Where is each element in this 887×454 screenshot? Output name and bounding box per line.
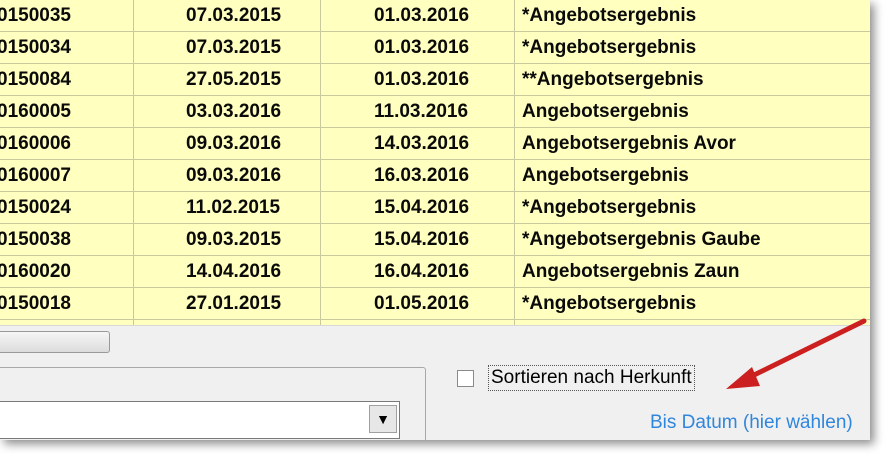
cell-date-end: 11.03.2016: [374, 101, 469, 122]
cell-date-start: 27.05.2015: [186, 69, 282, 90]
cell-id: 0150024: [0, 197, 71, 218]
horizontal-scrollbar[interactable]: [0, 325, 870, 358]
cell-description: *Angebotsergebnis: [522, 293, 697, 314]
cell-id: 0160005: [0, 101, 71, 122]
table-row[interactable]: 0150024 11.02.2015 15.04.2016 *Angebotse…: [0, 192, 870, 224]
table-row[interactable]: 0160006 09.03.2016 14.03.2016 Angebotser…: [0, 128, 870, 160]
sort-by-origin-checkbox[interactable]: [457, 370, 474, 387]
cell-date-end: 01.03.2016: [374, 5, 470, 26]
cell-id: 0150084: [0, 69, 71, 90]
cell-date-end: 01.03.2016: [374, 69, 470, 90]
cell-description: *Angebotsergebnis: [522, 5, 697, 26]
cell-date-end: 15.04.2016: [374, 229, 470, 250]
cell-date-end: 01.03.2016: [374, 37, 470, 58]
combobox-dropdown-button[interactable]: ▼: [369, 405, 397, 433]
table-row[interactable]: 0150034 07.03.2015 01.03.2016 *Angebotse…: [0, 32, 870, 64]
table-row[interactable]: 0160005 03.03.2016 11.03.2016 Angebotser…: [0, 96, 870, 128]
cell-id: 0150038: [0, 229, 71, 250]
cell-description: Angebotsergebnis Avor: [522, 133, 736, 154]
table-row[interactable]: 0150038 09.03.2015 15.04.2016 *Angebotse…: [0, 224, 870, 256]
cell-id: 0150035: [0, 5, 71, 26]
table-row[interactable]: 0150035 07.03.2015 01.03.2016 *Angebotse…: [0, 0, 870, 32]
cell-description: Angebotsergebnis: [522, 165, 689, 186]
table-row[interactable]: 0160020 14.04.2016 16.04.2016 Angebotser…: [0, 256, 870, 288]
cell-id: 0160006: [0, 133, 71, 154]
cell-description: **Angebotsergebnis: [522, 69, 704, 90]
cell-date-end: 01.05.2016: [374, 293, 470, 314]
cell-date-start: 09.03.2015: [186, 229, 282, 250]
window-content: 0150035 07.03.2015 01.03.2016 *Angebotse…: [0, 0, 870, 440]
cell-date-start: 07.03.2015: [186, 37, 282, 58]
cell-date-start: 09.03.2016: [186, 133, 282, 154]
cell-description: Angebotsergebnis: [522, 101, 689, 122]
cell-description: *Angebotsergebnis: [522, 37, 697, 58]
cell-date-start: 09.03.2016: [186, 165, 282, 186]
results-grid[interactable]: 0150035 07.03.2015 01.03.2016 *Angebotse…: [0, 0, 870, 325]
cell-date-end: 15.04.2016: [374, 197, 470, 218]
cell-id: 0160007: [0, 165, 71, 186]
until-date-link[interactable]: Bis Datum (hier wählen): [650, 412, 853, 434]
cell-date-start: 11.02.2015: [186, 197, 281, 218]
cell-id: 0160020: [0, 261, 71, 282]
table-row[interactable]: 0160007 09.03.2016 16.03.2016 Angebotser…: [0, 160, 870, 192]
chevron-down-icon: ▼: [376, 411, 390, 427]
cell-id: 0150018: [0, 293, 71, 314]
cell-date-start: 14.04.2016: [186, 261, 282, 282]
table-row[interactable]: 0150018 27.01.2015 01.05.2016 *Angebotse…: [0, 288, 870, 320]
scrollbar-thumb[interactable]: [0, 331, 110, 353]
cell-date-end: 16.04.2016: [374, 261, 470, 282]
cell-date-start: 03.03.2016: [186, 101, 282, 122]
cell-description: *Angebotsergebnis Gaube: [522, 229, 761, 250]
cell-date-end: 14.03.2016: [374, 133, 470, 154]
sort-by-origin-label[interactable]: Sortieren nach Herkunft: [488, 365, 695, 391]
cell-description: *Angebotsergebnis: [522, 197, 697, 218]
filter-combobox[interactable]: ▼: [0, 401, 400, 439]
cell-id: 0150034: [0, 37, 71, 58]
cell-date-start: 07.03.2015: [186, 5, 282, 26]
cell-date-end: 16.03.2016: [374, 165, 470, 186]
table-row[interactable]: 0150084 27.05.2015 01.03.2016 **Angebots…: [0, 64, 870, 96]
cell-date-start: 27.01.2015: [186, 293, 282, 314]
cell-description: Angebotsergebnis Zaun: [522, 261, 740, 282]
